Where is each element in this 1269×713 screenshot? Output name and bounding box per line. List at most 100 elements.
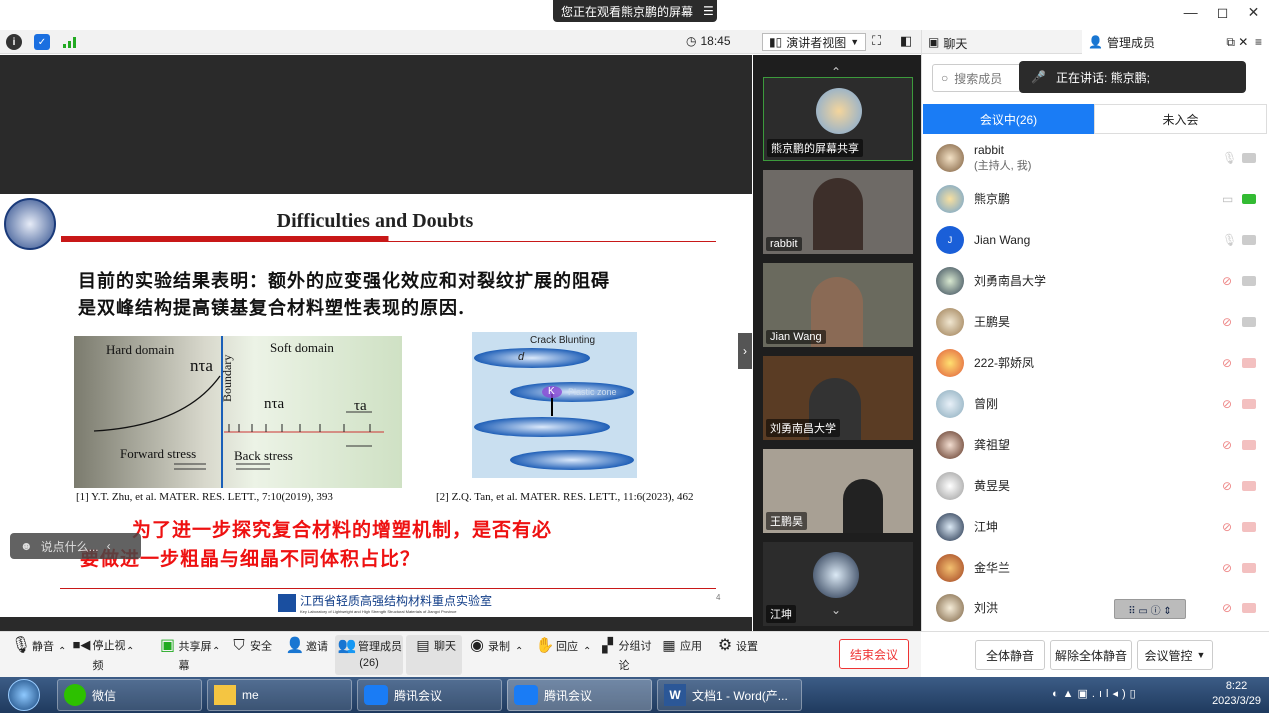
taskbar-meeting-1[interactable]: 腾讯会议 <box>357 679 502 711</box>
microphone-muted-icon[interactable]: ⊘ <box>1222 520 1234 534</box>
title-underline <box>61 236 716 242</box>
video-tile-liu-yong[interactable]: 刘勇南昌大学 <box>763 356 913 440</box>
fullscreen-icon[interactable]: ⛶ <box>872 33 881 49</box>
camera-icon[interactable] <box>1242 317 1256 327</box>
member-row[interactable]: 曾刚 ⊘ <box>936 387 1256 421</box>
camera-icon[interactable] <box>1242 153 1256 163</box>
chevron-up-icon[interactable]: ⌃ <box>515 646 523 657</box>
popout-icon[interactable]: ⧉ ✕ ≡ <box>1226 35 1262 50</box>
member-search[interactable]: ○ 搜索成员 <box>932 64 1022 92</box>
member-row[interactable]: 222-郭娇凤 ⊘ <box>936 346 1256 380</box>
menu-icon[interactable]: ☰ <box>703 4 714 18</box>
end-meeting-button[interactable]: 结束会议 <box>839 639 909 669</box>
camera-off-icon[interactable] <box>1242 563 1256 573</box>
apps-button[interactable]: ▦ 应用 <box>652 635 708 657</box>
microphone-muted-icon[interactable]: ⊘ <box>1222 274 1234 288</box>
video-tile-screen-share[interactable]: 熊京鹏的屏幕共享 <box>763 77 913 161</box>
shield-icon[interactable]: ✓ <box>34 34 50 50</box>
taskbar-word[interactable]: W 文档1 - Word(产... <box>657 679 802 711</box>
camera-off-icon[interactable] <box>1242 399 1256 409</box>
chevron-up-icon[interactable]: ⌃ <box>583 646 591 657</box>
tab-chat[interactable]: ▣ 聊天 <box>928 35 967 52</box>
member-row[interactable]: J Jian Wang 🎙 <box>936 223 1256 257</box>
microphone-muted-icon[interactable]: ⊘ <box>1222 561 1234 575</box>
emoji-icon[interactable]: ☻ <box>20 539 33 553</box>
taskbar-meeting-2[interactable]: 腾讯会议 <box>507 679 652 711</box>
chat-icon: ▣ <box>928 35 940 49</box>
share-screen-button[interactable]: ▣ 共享屏幕 <box>156 635 212 673</box>
chat-button[interactable]: ▤ 聊天 <box>406 635 462 675</box>
record-button[interactable]: ◉ 录制 <box>460 635 516 657</box>
signal-icon[interactable] <box>62 36 78 48</box>
invite-button[interactable]: 👤 邀请 <box>278 635 334 657</box>
member-row[interactable]: rabbit (主持人, 我) 🎙 <box>936 141 1256 175</box>
settings-button[interactable]: ⚙ 设置 <box>708 635 764 657</box>
camera-off-icon[interactable] <box>1242 522 1256 532</box>
member-row[interactable]: 金华兰 ⊘ <box>936 551 1256 585</box>
system-tray-icons[interactable]: ◐▲▣.ıl◂)▯ <box>1052 687 1140 700</box>
ime-toolbar[interactable]: ⠿ ▭ ⓘ ⇕ <box>1114 599 1186 619</box>
stop-video-button[interactable]: ■◀ 停止视频 <box>70 635 126 673</box>
microphone-active-icon[interactable] <box>1242 194 1256 204</box>
layout-icon[interactable]: ◧ <box>900 33 912 49</box>
tab-members[interactable]: 👤 管理成员 ⧉ ✕ ≡ <box>1082 30 1269 54</box>
boundary-label: Boundary <box>220 354 234 402</box>
member-row[interactable]: 江坤 ⊘ <box>936 510 1256 544</box>
chevron-up-icon[interactable]: ⌃ <box>126 646 134 657</box>
screen-share-banner[interactable]: 您正在观看熊京鹏的屏幕 ☰ <box>553 0 717 22</box>
tab-not-joined[interactable]: 未入会 <box>1094 104 1267 134</box>
member-row[interactable]: 刘勇南昌大学 ⊘ <box>936 264 1256 298</box>
member-row[interactable]: 黄昱昊 ⊘ <box>936 469 1256 503</box>
camera-off-icon[interactable] <box>1242 481 1256 491</box>
camera-off-icon[interactable] <box>1242 440 1256 450</box>
member-row[interactable]: 龚祖望 ⊘ <box>936 428 1256 462</box>
system-clock[interactable]: 8:22 2023/3/29 <box>1212 679 1261 709</box>
taskbar-folder[interactable]: me <box>207 679 352 711</box>
start-button[interactable] <box>8 679 40 711</box>
minimize-button[interactable]: — <box>1184 4 1198 24</box>
breakout-button[interactable]: ▞ 分组讨论 <box>596 635 652 673</box>
security-button[interactable]: ⛉ 安全 <box>222 635 278 657</box>
video-tile-rabbit[interactable]: rabbit <box>763 170 913 254</box>
camera-icon[interactable] <box>1242 276 1256 286</box>
member-row[interactable]: 刘洪 ⠿ ▭ ⓘ ⇕ ⊘ <box>936 591 1256 625</box>
mute-all-button[interactable]: 全体静音 <box>975 640 1045 670</box>
microphone-muted-icon[interactable]: ⊘ <box>1222 356 1234 370</box>
microphone-muted-icon[interactable]: ⊘ <box>1222 438 1234 452</box>
video-tile-label: rabbit <box>766 237 802 251</box>
react-button[interactable]: ✋ 回应 <box>528 635 584 657</box>
microphone-muted-icon[interactable]: ⊘ <box>1222 315 1234 329</box>
collapse-strip-button[interactable]: › <box>738 333 752 369</box>
hard-domain-label: Hard domain <box>106 342 175 357</box>
restore-button[interactable]: ◻ <box>1217 4 1229 24</box>
camera-icon[interactable] <box>1242 235 1256 245</box>
member-row[interactable]: 王鹏昊 ⊘ <box>936 305 1256 339</box>
manage-members-button[interactable]: 👥 管理成员(26) <box>335 635 403 675</box>
camera-off-icon[interactable] <box>1242 603 1256 613</box>
video-tile-jian-wang[interactable]: Jian Wang <box>763 263 913 347</box>
microphone-muted-icon[interactable]: ⊘ <box>1222 479 1234 493</box>
microphone-icon[interactable]: 🎙 <box>1222 233 1237 247</box>
chevron-down-icon[interactable]: ⌄ <box>831 603 841 617</box>
member-row[interactable]: 熊京鹏 ▭ <box>936 182 1256 216</box>
tab-in-meeting[interactable]: 会议中(26) <box>923 104 1094 134</box>
mute-button[interactable]: 🎙静音 <box>4 635 60 657</box>
microphone-icon[interactable]: 🎙 <box>1222 151 1237 165</box>
info-icon[interactable]: i <box>6 34 22 50</box>
meeting-control-dropdown[interactable]: 会议管控 ▼ <box>1137 640 1213 670</box>
chevron-up-icon[interactable]: ⌃ <box>58 646 66 657</box>
comment-input[interactable]: ☻ 说点什么... ‹ <box>10 533 141 559</box>
presenter-view-dropdown[interactable]: ▮▯ 演讲者视图 ▼ <box>762 33 867 51</box>
caption-ref2: [2] Z.Q. Tan, et al. MATER. RES. LETT., … <box>436 491 694 503</box>
taskbar-wechat[interactable]: 微信 <box>57 679 202 711</box>
video-tile-wang-penghao[interactable]: 王鹏昊 <box>763 449 913 533</box>
lab-footer: 江西省轻质高强结构材料重点实验室 Key Laboratory of Light… <box>278 592 492 614</box>
chevron-left-icon[interactable]: ‹ <box>107 539 111 553</box>
close-button[interactable]: ✕ <box>1248 4 1260 24</box>
chevron-up-icon[interactable]: ⌃ <box>212 646 220 657</box>
microphone-muted-icon[interactable]: ⊘ <box>1222 397 1234 411</box>
camera-off-icon[interactable] <box>1242 358 1256 368</box>
microphone-muted-icon[interactable]: ⊘ <box>1222 601 1234 615</box>
unmute-all-button[interactable]: 解除全体静音 <box>1050 640 1132 670</box>
gear-icon: ⚙ <box>717 637 733 654</box>
